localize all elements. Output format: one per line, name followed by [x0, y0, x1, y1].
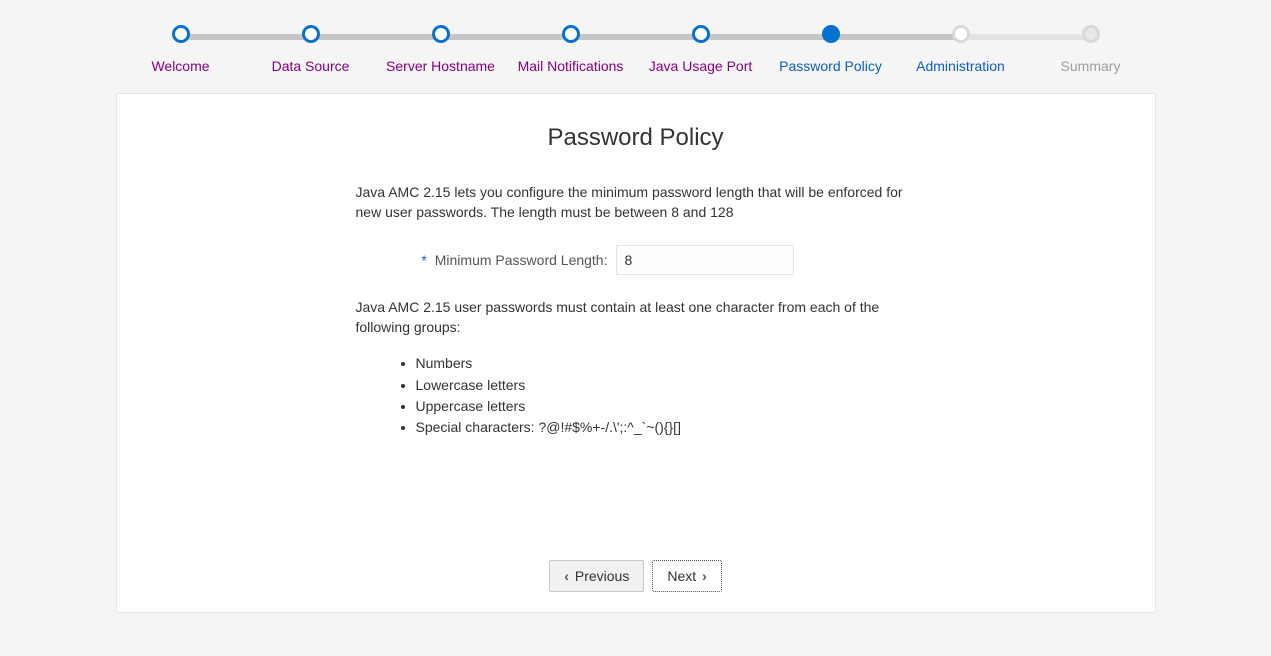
step-connector — [441, 34, 571, 40]
group-item: Special characters: ?@!#$%+-/.\';:^_`~()… — [416, 417, 916, 437]
next-button[interactable]: Next › — [652, 560, 721, 592]
wizard-step-password-policy: Password Policy — [766, 25, 896, 75]
intro-text: Java AMC 2.15 lets you configure the min… — [356, 182, 916, 223]
wizard-step-administration[interactable]: Administration — [896, 25, 1026, 75]
wizard-steps: Welcome Data Source Server Hostname Mail No… — [0, 0, 1271, 75]
step-connector — [311, 34, 441, 40]
step-label: Summary — [1061, 57, 1121, 75]
step-circle-icon — [432, 25, 450, 43]
step-label[interactable]: Java Usage Port — [649, 57, 753, 75]
previous-button[interactable]: ‹ Previous — [549, 560, 644, 592]
button-row: ‹ Previous Next › — [117, 560, 1155, 592]
min-length-row: * Minimum Password Length: — [356, 245, 916, 275]
group-item: Lowercase letters — [416, 375, 916, 395]
step-connector — [701, 34, 831, 40]
body-block: Java AMC 2.15 lets you configure the min… — [356, 182, 916, 437]
wizard-step-summary: Summary — [1026, 25, 1156, 75]
wizard-step-java-usage-port[interactable]: Java Usage Port — [636, 25, 766, 75]
step-label[interactable]: Data Source — [272, 57, 350, 75]
step-circle-icon — [302, 25, 320, 43]
groups-intro: Java AMC 2.15 user passwords must contai… — [356, 297, 916, 338]
content-panel: Password Policy Java AMC 2.15 lets you c… — [116, 93, 1156, 613]
step-connector — [831, 34, 961, 40]
step-connector — [961, 34, 1091, 40]
next-label: Next — [667, 568, 696, 584]
step-circle-icon — [172, 25, 190, 43]
step-label[interactable]: Mail Notifications — [518, 57, 624, 75]
step-label: Password Policy — [779, 57, 882, 75]
wizard-step-mail-notifications[interactable]: Mail Notifications — [506, 25, 636, 75]
step-circle-icon — [692, 25, 710, 43]
min-length-label-wrap: * Minimum Password Length: — [356, 250, 616, 270]
previous-label: Previous — [575, 568, 629, 584]
required-star: * — [421, 252, 426, 268]
step-label[interactable]: Server Hostname — [386, 57, 495, 75]
min-length-input[interactable] — [616, 245, 794, 275]
page-title: Password Policy — [157, 124, 1115, 152]
step-circle-icon — [562, 25, 580, 43]
wizard-step-welcome[interactable]: Welcome — [116, 25, 246, 75]
step-circle-icon — [952, 25, 970, 43]
chevron-right-icon: › — [702, 568, 707, 584]
group-item: Uppercase letters — [416, 396, 916, 416]
step-circle-icon — [1082, 25, 1100, 43]
step-circle-icon — [822, 25, 840, 43]
wizard-step-data-source[interactable]: Data Source — [246, 25, 376, 75]
step-connector — [181, 34, 311, 40]
groups-list: NumbersLowercase lettersUppercase letter… — [416, 353, 916, 437]
chevron-left-icon: ‹ — [564, 568, 569, 584]
min-length-label: Minimum Password Length: — [435, 252, 608, 268]
step-connector — [571, 34, 701, 40]
wizard-step-server-hostname[interactable]: Server Hostname — [376, 25, 506, 75]
group-item: Numbers — [416, 353, 916, 373]
step-label[interactable]: Administration — [916, 57, 1005, 75]
step-label[interactable]: Welcome — [151, 57, 209, 75]
